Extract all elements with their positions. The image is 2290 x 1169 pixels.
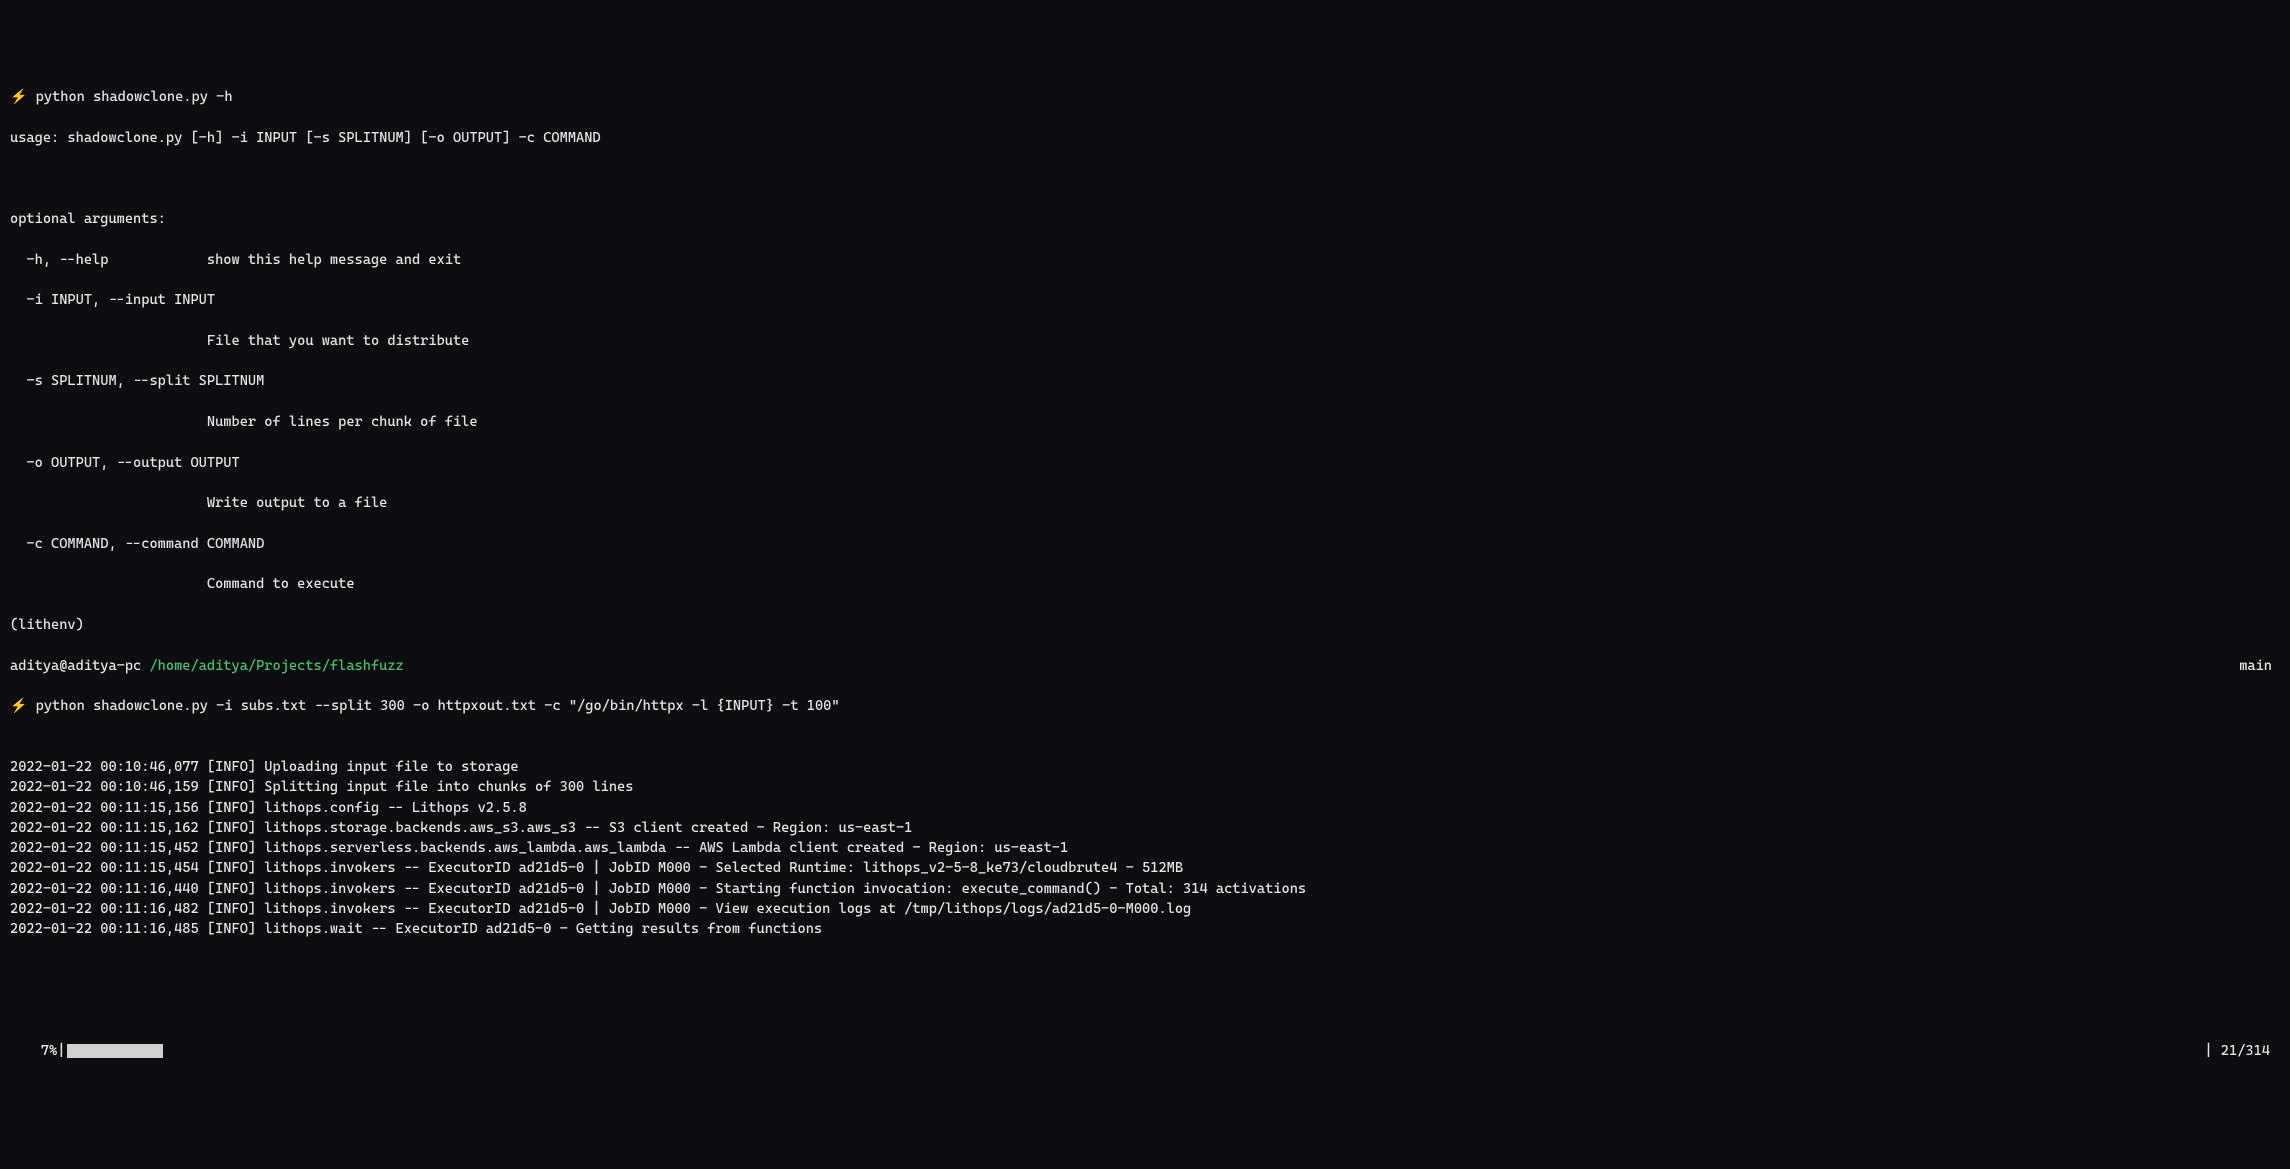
help-desc-o: Write output to a file: [10, 493, 2280, 513]
log-line: 2022-01-22 00:11:16,485 [INFO] lithops.w…: [10, 919, 2280, 939]
log-line: 2022-01-22 00:11:15,156 [INFO] lithops.c…: [10, 798, 2280, 818]
log-line: 2022-01-22 00:11:16,440 [INFO] lithops.i…: [10, 879, 2280, 899]
help-flag-c: -c COMMAND, --command COMMAND: [10, 534, 2280, 554]
command-line-2[interactable]: ⚡ python shadowclone.py -i subs.txt --sp…: [10, 696, 2280, 716]
help-desc-c: Command to execute: [10, 574, 2280, 594]
blank-line: [10, 168, 2280, 188]
usage-line: usage: shadowclone.py [-h] -i INPUT [-s …: [10, 128, 2280, 148]
command-line-1[interactable]: ⚡ python shadowclone.py -h: [10, 87, 2280, 107]
progress-pipe-left: |: [57, 1041, 65, 1061]
help-desc-i: File that you want to distribute: [10, 331, 2280, 351]
progress-count: | 21/314: [2204, 1041, 2280, 1061]
virtualenv-name: (lithenv): [10, 615, 2280, 635]
log-line: 2022-01-22 00:11:15,452 [INFO] lithops.s…: [10, 838, 2280, 858]
progress-bar-row: 7%| | 21/314: [10, 1041, 2280, 1061]
log-line: 2022-01-22 00:10:46,077 [INFO] Uploading…: [10, 757, 2280, 777]
command-text: python shadowclone.py -i subs.txt --spli…: [27, 698, 839, 714]
bolt-icon: ⚡: [10, 89, 27, 105]
log-line: 2022-01-22 00:11:15,162 [INFO] lithops.s…: [10, 818, 2280, 838]
progress-percent: 7%: [41, 1041, 57, 1061]
help-desc-s: Number of lines per chunk of file: [10, 412, 2280, 432]
log-output: 2022-01-22 00:10:46,077 [INFO] Uploading…: [10, 757, 2280, 940]
log-line: 2022-01-22 00:11:16,482 [INFO] lithops.i…: [10, 899, 2280, 919]
progress-bar: [67, 1044, 1447, 1058]
progress-fill: [67, 1044, 164, 1058]
git-branch: main: [2239, 656, 2280, 676]
help-flag-i: -i INPUT, --input INPUT: [10, 290, 2280, 310]
log-line: 2022-01-22 00:10:46,159 [INFO] Splitting…: [10, 777, 2280, 797]
prompt-path: /home/aditya/Projects/flashfuzz: [149, 658, 403, 674]
help-flag-h: -h, --help show this help message and ex…: [10, 250, 2280, 270]
optional-args-header: optional arguments:: [10, 209, 2280, 229]
help-flag-s: -s SPLITNUM, --split SPLITNUM: [10, 371, 2280, 391]
blank-line: [10, 980, 2280, 1000]
log-line: 2022-01-22 00:11:15,454 [INFO] lithops.i…: [10, 858, 2280, 878]
prompt-line[interactable]: aditya@aditya-pc /home/aditya/Projects/f…: [10, 656, 2280, 676]
bolt-icon: ⚡: [10, 698, 27, 714]
help-flag-o: -o OUTPUT, --output OUTPUT: [10, 453, 2280, 473]
prompt-user-host: aditya@aditya-pc: [10, 658, 149, 674]
command-text: python shadowclone.py -h: [27, 89, 232, 105]
